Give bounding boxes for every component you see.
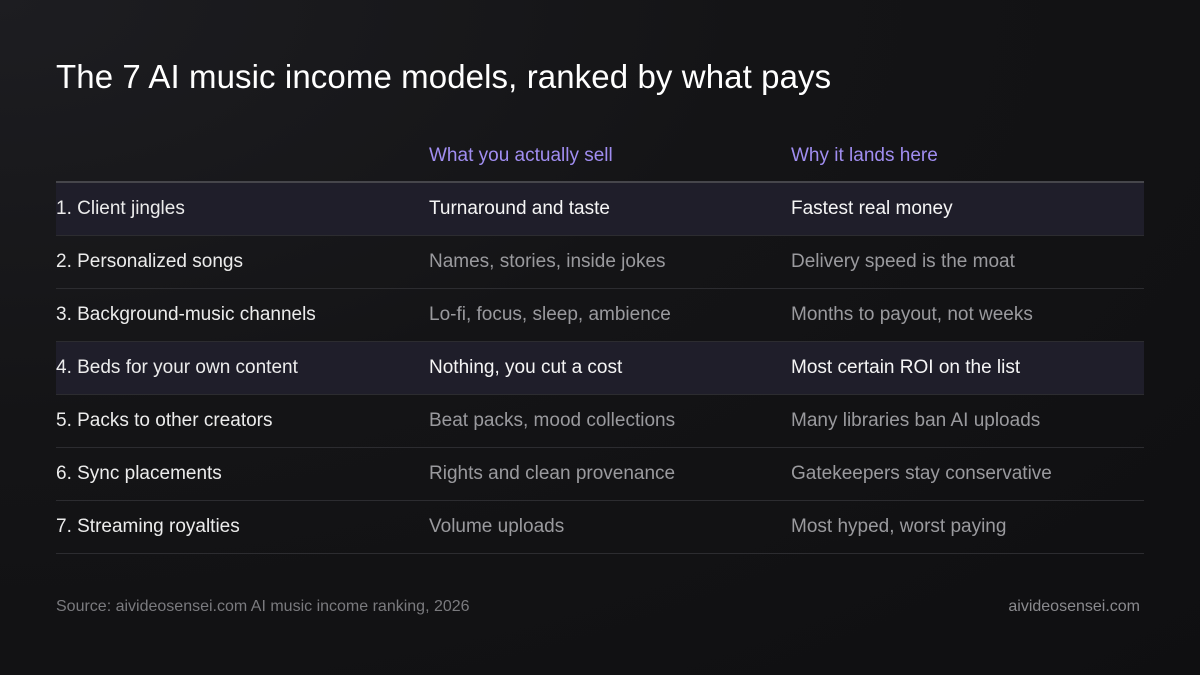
table-row: 4. Beds for your own content Nothing, yo… — [56, 342, 1144, 395]
table-row: 6. Sync placements Rights and clean prov… — [56, 448, 1144, 501]
income-models-table: What you actually sell Why it lands here… — [56, 130, 1144, 554]
why-cell: Many libraries ban AI uploads — [791, 410, 1041, 431]
why-cell: Delivery speed is the moat — [791, 251, 1015, 272]
column-header-sell: What you actually sell — [429, 144, 613, 166]
model-cell: 5. Packs to other creators — [56, 410, 273, 431]
model-cell: 4. Beds for your own content — [56, 357, 298, 378]
sell-cell: Names, stories, inside jokes — [429, 251, 666, 272]
model-cell: 3. Background-music channels — [56, 304, 316, 325]
sell-cell: Beat packs, mood collections — [429, 410, 676, 431]
model-cell: 6. Sync placements — [56, 463, 222, 484]
page-title: The 7 AI music income models, ranked by … — [56, 58, 832, 95]
source-note: Source: aivideosensei.com AI music incom… — [56, 598, 470, 615]
column-header-why: Why it lands here — [791, 144, 938, 166]
table-row: 3. Background-music channels Lo-fi, focu… — [56, 289, 1144, 342]
why-cell: Most hyped, worst paying — [791, 516, 1007, 537]
table-row: 2. Personalized songs Names, stories, in… — [56, 236, 1144, 289]
sell-cell: Volume uploads — [429, 516, 565, 537]
sell-cell: Lo-fi, focus, sleep, ambience — [429, 304, 671, 325]
sell-cell: Nothing, you cut a cost — [429, 357, 623, 378]
table-row: 7. Streaming royalties Volume uploads Mo… — [56, 501, 1144, 554]
why-cell: Gatekeepers stay conservative — [791, 463, 1052, 484]
table-row: 5. Packs to other creators Beat packs, m… — [56, 395, 1144, 448]
brand-link[interactable]: aivideosensei.com — [1008, 598, 1140, 616]
model-cell: 2. Personalized songs — [56, 251, 243, 272]
model-cell: 7. Streaming royalties — [56, 516, 240, 537]
sell-cell: Turnaround and taste — [429, 198, 610, 219]
table-header-row: What you actually sell Why it lands here — [56, 130, 1144, 183]
why-cell: Most certain ROI on the list — [791, 357, 1021, 378]
why-cell: Months to payout, not weeks — [791, 304, 1033, 325]
table-row: 1. Client jingles Turnaround and taste F… — [56, 183, 1144, 236]
model-cell: 1. Client jingles — [56, 198, 185, 219]
sell-cell: Rights and clean provenance — [429, 463, 676, 484]
why-cell: Fastest real money — [791, 198, 953, 219]
